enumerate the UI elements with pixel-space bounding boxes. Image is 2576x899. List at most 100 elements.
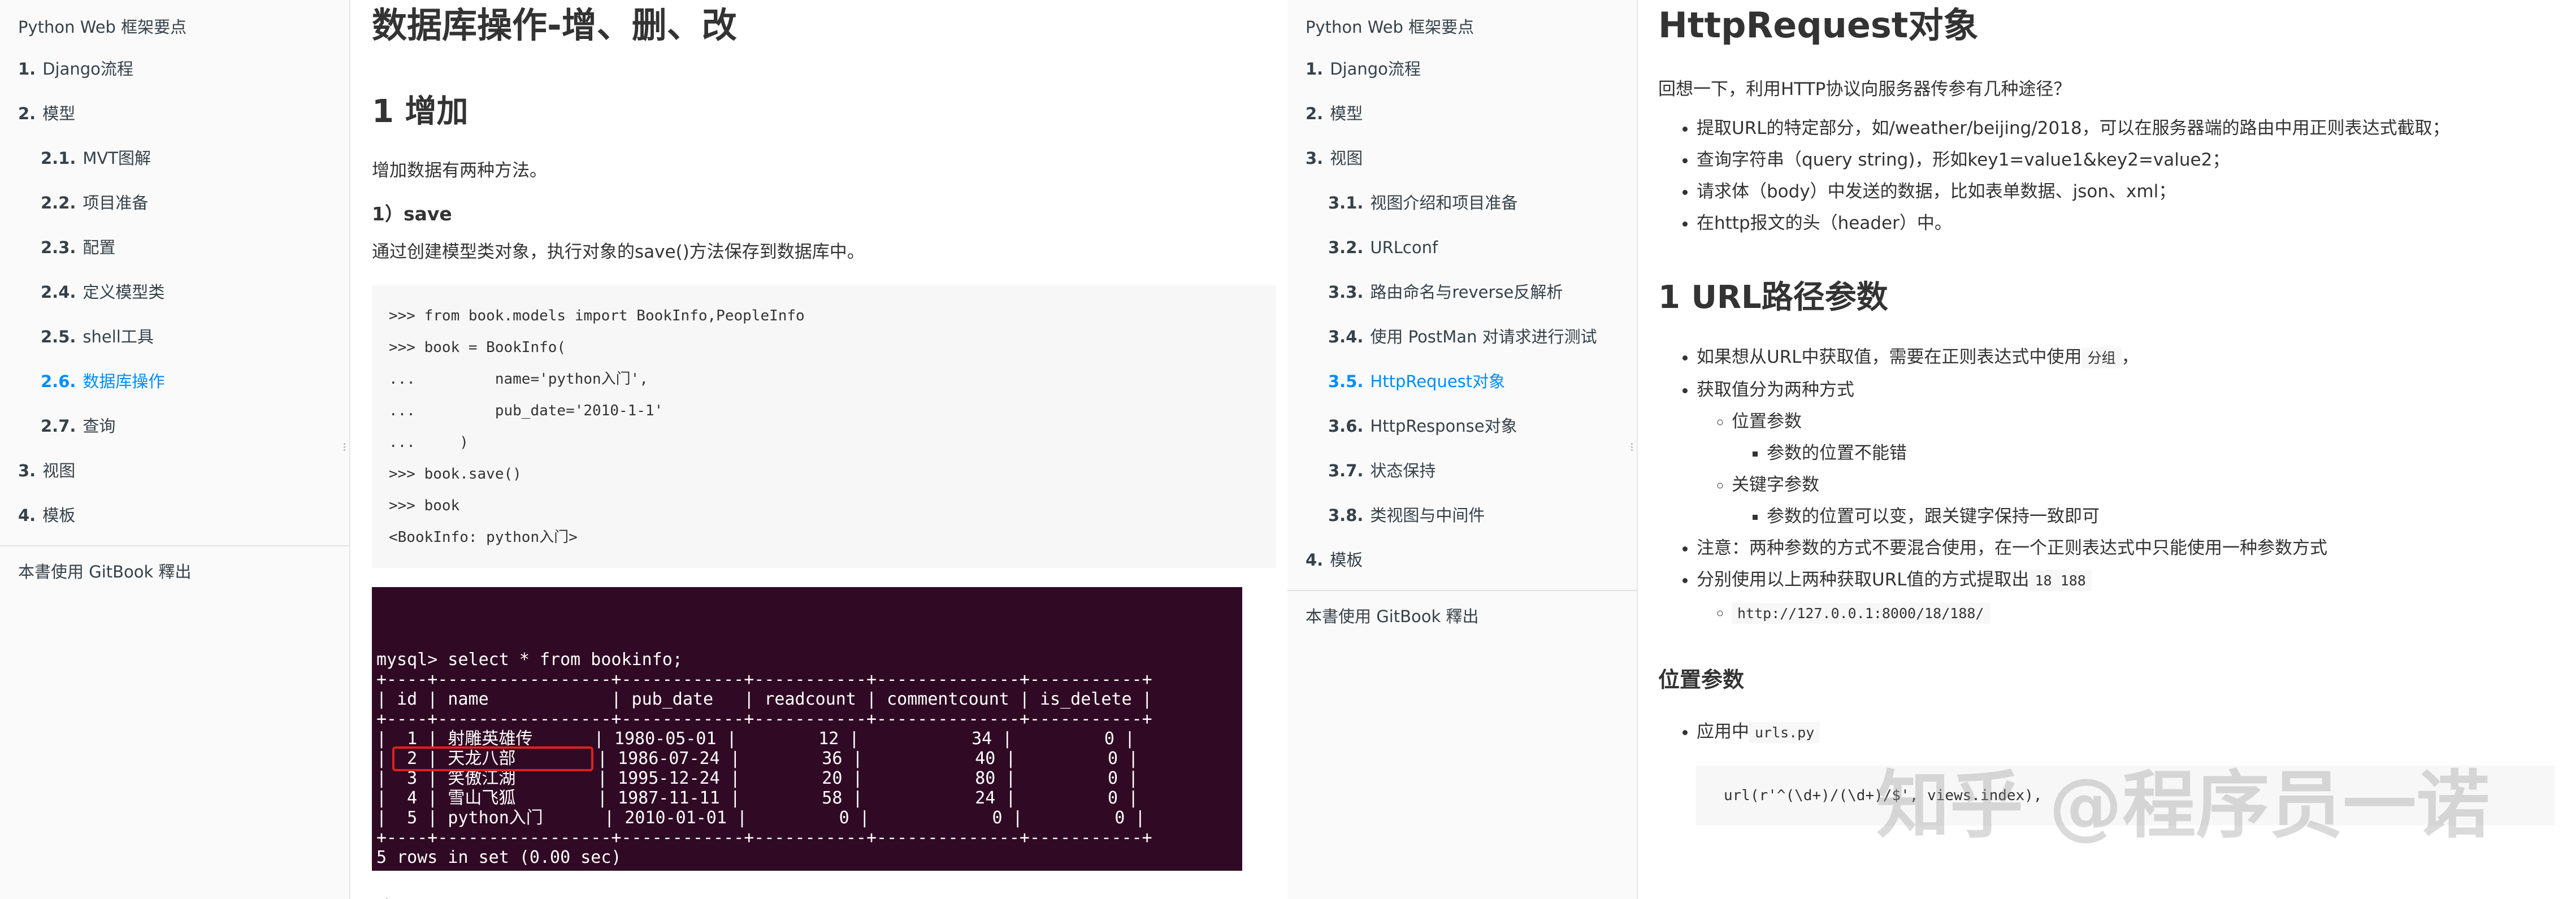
sidebar-item-number: 2.2. — [41, 193, 76, 212]
sidebar-item[interactable]: 3.3. 路由命名与reverse反解析 — [1287, 270, 1637, 314]
sidebar-item[interactable]: 3.2. URLconf — [1287, 225, 1637, 270]
resize-handle[interactable]: ⁝ — [342, 441, 348, 455]
resize-handle[interactable]: ⁝ — [1630, 441, 1636, 455]
sidebar-item-number: 2.5. — [41, 327, 76, 346]
sidebar-item-label: 查询 — [83, 416, 116, 436]
sidebar-item-label: HttpRequest对象 — [1370, 371, 1506, 391]
sidebar-item-number: 1. — [1306, 59, 1324, 79]
sidebar-item[interactable]: 2.7. 查询 — [0, 403, 349, 448]
params-list: 如果想从URL中获取值，需要在正则表达式中使用分组， 获取值分为两种方式 位置参… — [1658, 341, 2559, 629]
sidebar-item-label: 状态保持 — [1370, 461, 1436, 480]
sidebar-item[interactable]: 3.7. 状态保持 — [1287, 448, 1637, 493]
inline-code: http://127.0.0.1:8000/18/188/ — [1732, 603, 1990, 624]
sidebar-item-label: 视图 — [42, 461, 76, 480]
sidebar-item-number: 3. — [18, 461, 36, 480]
sidebar-item[interactable]: 3.8. 类视图与中间件 — [1287, 493, 1637, 537]
code-line: ... pub_date='2010-1-1' — [389, 402, 663, 419]
sidebar-book-title[interactable]: Python Web 框架要点 — [1287, 6, 1637, 46]
sidebar-item-number: 3.8. — [1328, 505, 1364, 525]
page-title: 数据库操作-增、删、改 — [372, 5, 737, 46]
sidebar-item-number: 3.4. — [1328, 327, 1364, 346]
sidebar-footer[interactable]: 本書使用 GitBook 釋出 — [1287, 591, 1637, 640]
inline-code: 分组 — [2081, 348, 2122, 369]
sidebar-item-label: 模板 — [1330, 550, 1363, 570]
list-item: 应用中urls.py — [1697, 716, 2559, 749]
sidebar-item[interactable]: 3.4. 使用 PostMan 对请求进行测试 — [1287, 314, 1637, 359]
sidebar-item-number: 3.1. — [1328, 193, 1364, 212]
sidebar-item[interactable]: 3. 视图 — [0, 448, 349, 493]
left-content: 数据库操作-增、删、改 1 增加 增加数据有两种方法。 1）save 通过创建模… — [352, 0, 1287, 899]
sidebar-item-label: 定义模型类 — [83, 282, 165, 302]
sidebar-item-number: 3. — [1306, 148, 1324, 168]
list-item: 如果想从URL中获取值，需要在正则表达式中使用分组， — [1697, 341, 2559, 374]
code-line: >>> book — [389, 497, 460, 514]
sidebar-item-label: shell工具 — [83, 327, 154, 346]
sidebar-item[interactable]: 4. 模板 — [0, 493, 349, 537]
sidebar-item-label: 模板 — [42, 505, 76, 525]
sidebar-item-number: 2.1. — [41, 148, 76, 168]
sidebar-item[interactable]: 2. 模型 — [1287, 91, 1637, 136]
sidebar-item-label: 数据库操作 — [83, 371, 165, 391]
terminal-line: | id | name | pub_date | readcount | com… — [376, 689, 1152, 709]
inline-code: urls.py — [1749, 722, 1820, 744]
sidebar-item[interactable]: 2.1. MVT图解 — [0, 136, 349, 180]
sub-list: 位置参数 参数的位置不能错 关键字参数 参数的位置可以变，跟关键字保持一致即可 — [1697, 406, 2559, 532]
sub-sub-list: 参数的位置不能错 — [1732, 437, 2559, 469]
sub-heading: 位置参数 — [1658, 667, 1745, 693]
sidebar-item[interactable]: 3.1. 视图介绍和项目准备 — [1287, 180, 1637, 225]
sidebar-item-label: 视图 — [1330, 148, 1363, 168]
terminal-line: | 3 | 笑傲江湖 | 1995-12-24 | 20 | 80 | 0 | — [376, 768, 1139, 788]
sidebar-item-label: MVT图解 — [83, 148, 151, 168]
sidebar-item[interactable]: 2. 模型 — [0, 91, 349, 136]
sidebar-item-label: 模型 — [1330, 103, 1363, 123]
code-line: ... ) — [389, 433, 469, 451]
sidebar-item-number: 2.4. — [41, 282, 76, 302]
sidebar-item[interactable]: 4. 模板 — [1287, 537, 1637, 582]
sidebar-item-number: 3.7. — [1328, 461, 1364, 480]
list-item: 在http报文的头（header）中。 — [1697, 207, 2559, 239]
sidebar-item-number: 3.5. — [1328, 371, 1364, 391]
left-sidebar: Python Web 框架要点 1. Django流程 2. 模型 2.1. MVT图解 2… — [0, 0, 350, 899]
sidebar-item-label: 配置 — [83, 237, 116, 257]
sidebar-item-number: 2.6. — [41, 371, 76, 391]
sidebar-item[interactable]: 1. Django流程 — [0, 46, 349, 91]
list-item: 查询字符串（query string)，形如key1=value1&key2=v… — [1697, 144, 2559, 176]
sidebar-item[interactable]: 2.2. 项目准备 — [0, 180, 349, 225]
section-heading: 1 URL路径参数 — [1658, 279, 1888, 316]
sidebar-item-label: 使用 PostMan 对请求进行测试 — [1370, 327, 1597, 346]
sidebar-item[interactable]: 3.6. HttpResponse对象 — [1287, 403, 1637, 448]
sidebar-item[interactable]: 1. Django流程 — [1287, 46, 1637, 91]
watermark: 知乎 @程序员一诺 — [1876, 762, 2490, 848]
code-block: >>> from book.models import BookInfo,Peo… — [372, 285, 1276, 568]
sidebar-item-label: URLconf — [1370, 237, 1438, 257]
sidebar-item-label: Django流程 — [42, 59, 133, 79]
sidebar-book-title[interactable]: Python Web 框架要点 — [0, 6, 349, 46]
list-item: 提取URL的特定部分，如/weather/beijing/2018，可以在服务器… — [1697, 112, 2559, 144]
sidebar-item[interactable]: 2.5. shell工具 — [0, 314, 349, 359]
sidebar-item-number: 3.2. — [1328, 237, 1364, 257]
terminal-screenshot: mysql> select * from bookinfo; +----+----… — [372, 587, 1242, 871]
code-line: >>> from book.models import BookInfo,Peo… — [389, 307, 805, 324]
sidebar-footer[interactable]: 本書使用 GitBook 釋出 — [0, 546, 349, 595]
terminal-line: +----+-----------------+------------+---… — [376, 709, 1152, 729]
intro-text: 回想一下，利用HTTP协议向服务器传参有几种途径？ — [1658, 79, 2071, 100]
code-line: ... name='python入门', — [389, 370, 648, 388]
sidebar-item-label: 视图介绍和项目准备 — [1370, 193, 1518, 212]
sidebar-item[interactable]: 2.4. 定义模型类 — [0, 270, 349, 314]
sidebar-item-number: 4. — [18, 505, 36, 525]
terminal-line: | 5 | python入门 | 2010-01-01 | 0 | 0 | 0 … — [376, 807, 1146, 828]
sidebar-item[interactable]: 2.6. 数据库操作 — [0, 359, 349, 403]
list-item: 分别使用以上两种获取URL值的方式提取出18 188 http://127.0.… — [1697, 564, 2559, 629]
sidebar-item-number: 4. — [1306, 550, 1324, 570]
sidebar-item-label: 类视图与中间件 — [1370, 505, 1485, 525]
sidebar-item-label: 项目准备 — [83, 193, 149, 212]
sidebar-item-number: 2. — [18, 103, 36, 123]
sidebar-item[interactable]: 2.3. 配置 — [0, 225, 349, 270]
sub-heading: 1）save — [372, 203, 452, 225]
terminal-line: +----+-----------------+------------+---… — [376, 827, 1152, 848]
list-item: 关键字参数 参数的位置可以变，跟关键字保持一致即可 — [1732, 469, 2559, 532]
sidebar-item[interactable]: 3.5. HttpRequest对象 — [1287, 359, 1637, 403]
sidebar-item[interactable]: 3. 视图 — [1287, 136, 1637, 180]
page-title: HttpRequest对象 — [1658, 5, 1979, 46]
sidebar-item-label: Django流程 — [1330, 59, 1421, 79]
